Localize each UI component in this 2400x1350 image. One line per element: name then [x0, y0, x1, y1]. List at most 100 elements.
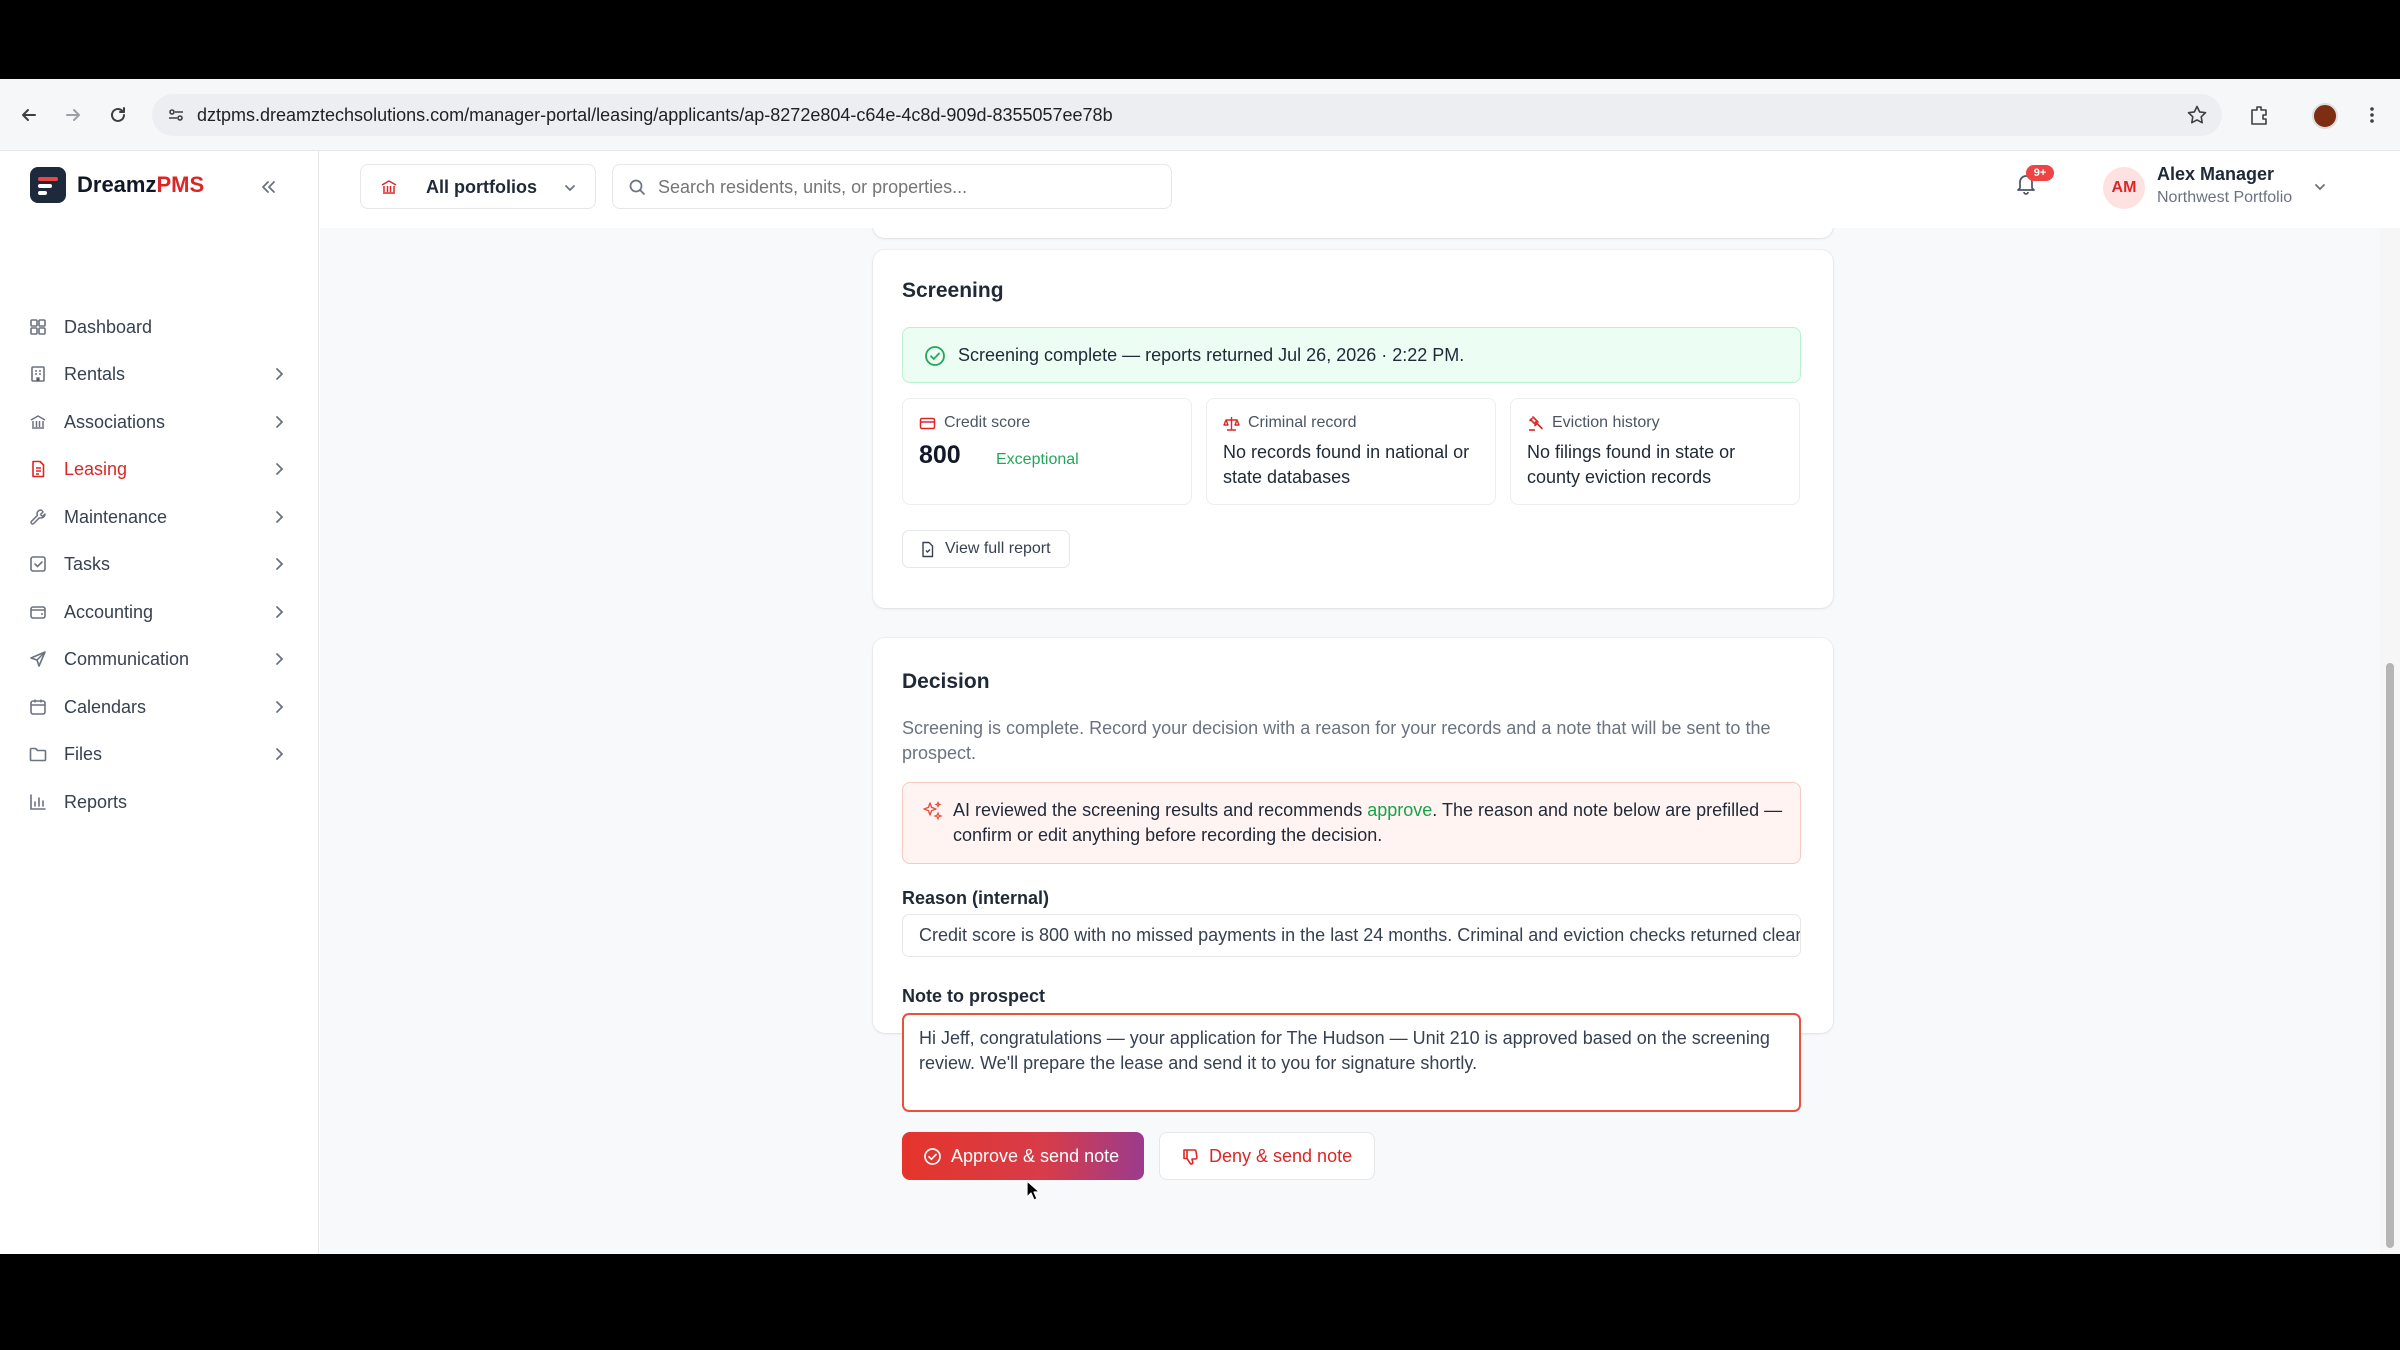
sidebar-item-label: Accounting — [64, 601, 154, 622]
main-content: Screening Screening complete — reports r… — [320, 228, 2380, 1254]
decision-title: Decision — [902, 670, 990, 693]
address-bar[interactable]: dztpms.dreamztechsolutions.com/manager-p… — [152, 94, 2222, 136]
search-input[interactable] — [658, 175, 1158, 199]
sparkles-icon — [923, 800, 943, 821]
sidebar-item-label: Associations — [64, 411, 166, 432]
scrollbar[interactable] — [2380, 228, 2400, 1254]
send-icon — [30, 651, 46, 667]
sidebar-item-label: Tasks — [64, 553, 111, 574]
reason-label: Reason (internal) — [902, 888, 1050, 908]
profile-avatar[interactable] — [2312, 103, 2338, 129]
sidebar-item-label: Calendars — [64, 696, 147, 717]
chevron-down-icon — [565, 185, 575, 192]
deny-send-note-button[interactable]: Deny & send note — [1159, 1132, 1375, 1180]
document-icon — [32, 460, 45, 478]
app-logo[interactable]: DreamzPMS — [30, 167, 204, 203]
sidebar-item-label: Dashboard — [64, 316, 153, 337]
forward-button[interactable] — [57, 99, 89, 131]
screening-title: Screening — [902, 279, 1004, 302]
chevron-right-icon — [276, 558, 284, 570]
credit-card-icon — [919, 417, 936, 429]
chevron-right-icon — [276, 748, 284, 760]
sidebar-item-rentals[interactable]: Rentals — [28, 354, 290, 394]
eviction-history-result: No filings found in state or county evic… — [1527, 442, 1736, 487]
brand-accent: PMS — [156, 172, 205, 197]
note-to-prospect-input[interactable]: Hi Jeff, congratulations — your applicat… — [902, 1013, 1801, 1112]
top-bar: All portfolios 9+ AM Alex Manager Northw… — [320, 151, 2400, 228]
reload-button[interactable] — [102, 99, 134, 131]
arrow-right-icon — [66, 109, 80, 121]
chevron-down-icon[interactable] — [2312, 179, 2328, 195]
user-portfolio: Northwest Portfolio — [2157, 189, 2293, 206]
sidebar-item-communication[interactable]: Communication — [28, 639, 290, 679]
wrench-icon — [30, 509, 46, 525]
sidebar-item-label: Leasing — [64, 458, 128, 479]
grid-icon — [30, 319, 46, 335]
scrollbar-thumb[interactable] — [2386, 663, 2394, 1248]
sidebar-item-reports[interactable]: Reports — [28, 782, 290, 822]
criminal-record-tile: Criminal record No records found in nati… — [1206, 398, 1496, 505]
building-icon — [31, 366, 45, 382]
credit-score-rating: Exceptional — [996, 451, 1079, 468]
bank-icon — [30, 415, 46, 429]
note-label: Note to prospect — [902, 986, 1046, 1006]
sidebar-item-dashboard[interactable]: Dashboard — [28, 307, 290, 347]
user-avatar[interactable]: AM — [2103, 167, 2145, 209]
search-icon — [629, 179, 645, 195]
back-button[interactable] — [13, 99, 45, 131]
sidebar-item-files[interactable]: Files — [28, 734, 290, 774]
site-settings-icon[interactable] — [166, 105, 186, 125]
bookmark-star-icon[interactable] — [2186, 104, 2208, 126]
screen: dztpms.dreamztechsolutions.com/manager-p… — [0, 0, 2400, 1350]
portfolio-select[interactable]: All portfolios — [360, 164, 596, 209]
collapse-sidebar-icon[interactable] — [258, 177, 278, 197]
notification-badge: 9+ — [2026, 165, 2054, 181]
ai-recommendation-value: approve — [1367, 800, 1433, 820]
sidebar-item-tasks[interactable]: Tasks — [28, 544, 290, 584]
decision-description: Screening is complete. Record your decis… — [902, 718, 1771, 763]
search-box[interactable] — [612, 164, 1172, 209]
ai-recommendation-banner: AI reviewed the screening results and re… — [902, 782, 1801, 864]
sidebar-item-label: Communication — [64, 648, 190, 669]
sidebar-item-maintenance[interactable]: Maintenance — [28, 497, 290, 537]
browser-toolbar: dztpms.dreamztechsolutions.com/manager-p… — [0, 79, 2400, 151]
screening-status-text: Screening complete — reports returned Ju… — [958, 345, 1465, 365]
extensions-icon[interactable] — [2248, 104, 2270, 126]
chevron-right-icon — [276, 606, 284, 618]
chevron-right-icon — [276, 416, 284, 428]
bar-chart-icon — [30, 794, 46, 810]
arrow-left-icon — [22, 109, 36, 121]
user-name[interactable]: Alex Manager — [2157, 164, 2274, 185]
thumbs-down-icon — [1183, 1148, 1198, 1165]
view-full-report-button[interactable]: View full report — [902, 530, 1070, 568]
browser-window: dztpms.dreamztechsolutions.com/manager-p… — [0, 79, 2400, 1254]
reason-input[interactable]: Credit score is 800 with no missed payme… — [902, 914, 1801, 957]
screening-card: Screening Screening complete — reports r… — [873, 250, 1833, 608]
ai-text-before: AI reviewed the screening results and re… — [953, 800, 1368, 820]
chevron-right-icon — [276, 463, 284, 475]
decision-card: Decision Screening is complete. Record y… — [873, 638, 1833, 1180]
deny-label: Deny & send note — [1209, 1145, 1353, 1166]
scale-icon — [1223, 416, 1240, 431]
sidebar-item-label: Files — [64, 743, 103, 764]
approve-send-note-button[interactable]: Approve & send note — [902, 1132, 1144, 1180]
url-text: dztpms.dreamztechsolutions.com/manager-p… — [197, 105, 1113, 125]
screening-status-banner: Screening complete — reports returned Ju… — [902, 327, 1801, 383]
mouse-cursor-icon — [1026, 1180, 1040, 1201]
kebab-menu-icon[interactable] — [2362, 104, 2382, 126]
chevron-right-icon — [276, 511, 284, 523]
sidebar-item-accounting[interactable]: Accounting — [28, 592, 290, 632]
file-report-icon — [922, 541, 934, 557]
portfolio-select-value: All portfolios — [426, 177, 537, 197]
credit-score-label: Credit score — [944, 414, 1031, 431]
sidebar-item-label: Maintenance — [64, 506, 168, 527]
sidebar-item-calendars[interactable]: Calendars — [28, 687, 290, 727]
criminal-record-label: Criminal record — [1248, 414, 1357, 431]
sidebar-item-associations[interactable]: Associations — [28, 402, 290, 442]
sidebar-item-label: Rentals — [64, 363, 126, 384]
credit-score-tile: Credit score 800 Exceptional — [902, 398, 1192, 505]
chevron-right-icon — [276, 368, 284, 380]
sidebar-item-label: Reports — [64, 791, 128, 812]
sidebar-item-leasing[interactable]: Leasing — [28, 449, 290, 489]
sidebar: DreamzPMS Dashboard Rentals Associations… — [0, 151, 319, 1254]
